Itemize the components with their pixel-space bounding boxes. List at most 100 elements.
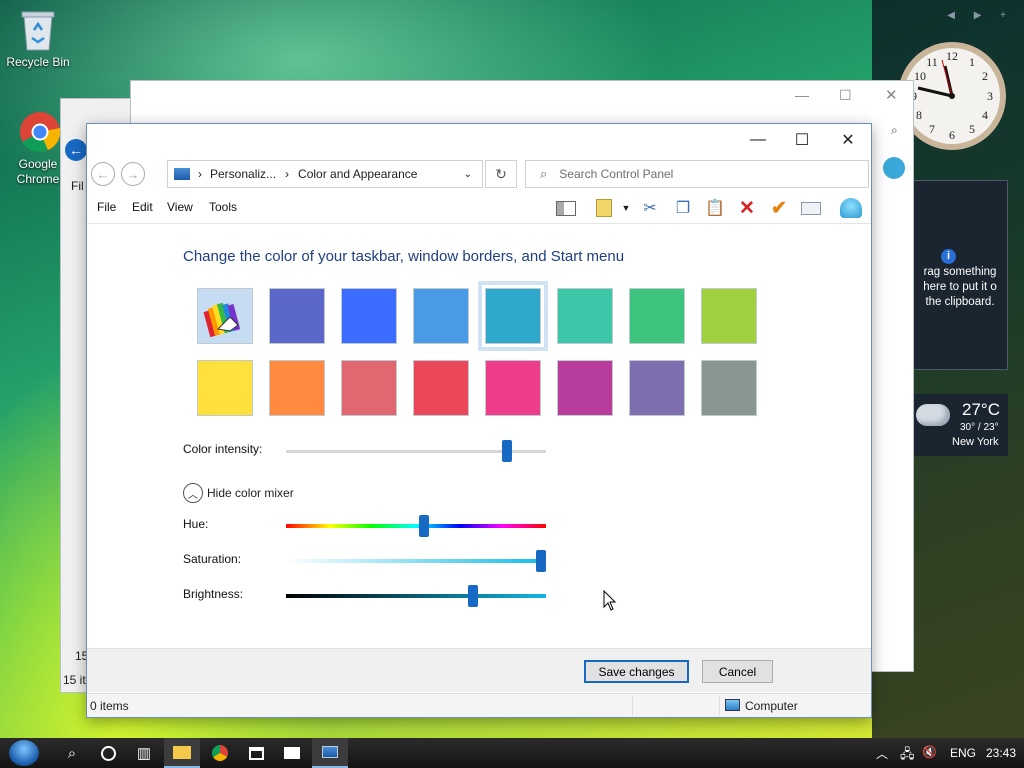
color-swatch[interactable] [341,288,397,344]
chrome-label: Google Chrome [16,157,60,186]
intensity-slider-thumb[interactable] [502,440,512,462]
color-swatch[interactable] [629,360,685,416]
color-swatch[interactable] [197,360,253,416]
shell-icon[interactable] [839,197,863,219]
mail-icon[interactable] [274,738,310,768]
color-swatch[interactable] [485,360,541,416]
maximize-button[interactable]: ☐ [779,124,825,156]
bg-close-icon[interactable]: ✕ [885,86,898,104]
menu-file[interactable]: File [97,200,116,214]
refresh-icon: ↻ [495,165,507,182]
bg-search-icon[interactable]: ⌕ [891,123,898,138]
color-swatch[interactable] [413,288,469,344]
svg-text:6: 6 [949,128,955,142]
task-view-icon[interactable]: ▥ [126,738,162,768]
layout-icon[interactable] [554,197,578,219]
personalization-window[interactable]: — ☐ ✕ ← → › Personaliz... › Color and Ap… [86,123,872,718]
cancel-button[interactable]: Cancel [702,660,773,683]
brightness-slider-thumb[interactable] [468,585,479,607]
chevron-down-icon[interactable]: ⌄ [464,169,472,180]
save-changes-button[interactable]: Save changes [584,660,689,683]
show-hidden-icons[interactable]: ︿ [876,745,888,762]
refresh-button[interactable]: ↻ [485,160,517,188]
status-location: Computer [745,699,798,713]
close-button[interactable]: ✕ [825,124,871,156]
search-icon[interactable]: ⌕ [54,738,90,768]
forward-button[interactable]: → [121,162,145,186]
breadcrumb-separator: › [198,167,202,181]
saturation-slider-thumb[interactable] [535,550,546,572]
status-bar: 0 items Computer [87,693,871,717]
dropdown-arrow-icon[interactable]: ▼ [614,197,638,219]
hue-label: Hue: [183,517,209,531]
brightness-slider[interactable] [286,594,546,598]
color-swatch[interactable] [701,360,757,416]
clipboard-gadget[interactable]: i rag something here to put it o the cli… [910,180,1008,370]
desktop-icon-recycle-bin[interactable]: Recycle Bin [0,8,76,69]
breadcrumb-personalization[interactable]: Personaliz... [210,167,276,181]
back-arrow-icon[interactable]: ← [65,139,87,161]
chrome-icon [18,110,61,154]
color-swatch[interactable] [557,288,613,344]
color-swatch[interactable] [269,360,325,416]
chrome-icon[interactable] [202,738,238,768]
taskbar-clock[interactable]: 23:43 [986,746,1016,760]
svg-text:1: 1 [969,55,975,69]
color-swatch[interactable] [629,288,685,344]
network-icon[interactable]: 🖧 [900,745,915,767]
menu-tools[interactable]: Tools [209,200,237,214]
weather-highlow: 30° / 23° [960,422,999,433]
search-input[interactable]: ⌕ Search Control Panel [525,160,869,188]
cortana-icon[interactable] [90,738,126,768]
svg-text:8: 8 [916,108,922,122]
svg-text:11: 11 [926,55,938,69]
brightness-label: Brightness: [183,587,244,601]
bg-minimize-icon[interactable]: — [795,87,809,103]
address-bar[interactable]: › Personaliz... › Color and Appearance ⌄ [167,160,483,188]
paste-icon[interactable]: 📋 [703,197,727,219]
minimize-button[interactable]: — [735,124,781,156]
check-icon[interactable]: ✔ [767,197,791,219]
start-orb-icon[interactable] [6,738,42,768]
dialog-footer: Save changes Cancel [87,648,871,692]
hue-slider-thumb[interactable] [418,515,429,537]
color-swatch[interactable] [413,360,469,416]
menu-edit[interactable]: Edit [132,200,153,214]
cut-icon[interactable]: ✂ [638,197,662,219]
status-divider [719,696,720,716]
saturation-slider[interactable] [286,559,546,563]
bg-text-items: 15 it [63,673,86,687]
recycle-bin-icon [18,8,58,52]
color-palette-icon [203,302,241,338]
hue-slider[interactable] [286,524,546,528]
intensity-label: Color intensity: [183,442,263,456]
color-swatch[interactable] [557,360,613,416]
sidebar-nav-arrows[interactable]: ◀ ▶ + [947,10,1014,21]
color-swatch[interactable] [269,288,325,344]
language-indicator[interactable]: ENG [950,746,976,760]
properties-icon[interactable] [592,197,616,219]
search-placeholder: Search Control Panel [559,167,674,181]
forward-arrow-icon: → [126,166,140,182]
bg-maximize-icon[interactable]: ☐ [839,87,852,104]
back-arrow-icon: ← [96,166,110,182]
bg-text-file: Fil [71,179,84,193]
color-swatch[interactable] [478,281,548,351]
file-explorer-icon[interactable] [164,738,200,768]
title-bar[interactable]: — ☐ ✕ [87,124,871,156]
copy-icon[interactable]: ❐ [671,197,695,219]
volume-muted-icon[interactable]: 🔇 [922,745,937,759]
back-button[interactable]: ← [91,162,115,186]
color-swatch[interactable] [341,360,397,416]
email-icon[interactable] [799,197,823,219]
recycle-bin-label: Recycle Bin [6,55,70,69]
info-icon: i [941,249,956,264]
color-swatch[interactable] [197,288,253,344]
mixer-toggle[interactable]: ︿ Hide color mixer [183,483,294,503]
menu-view[interactable]: View [167,200,193,214]
store-icon[interactable] [238,738,274,768]
delete-icon[interactable]: ✕ [735,197,759,219]
breadcrumb-color-appearance[interactable]: Color and Appearance [298,167,417,181]
color-swatch[interactable] [701,288,757,344]
control-panel-icon[interactable] [312,738,348,768]
